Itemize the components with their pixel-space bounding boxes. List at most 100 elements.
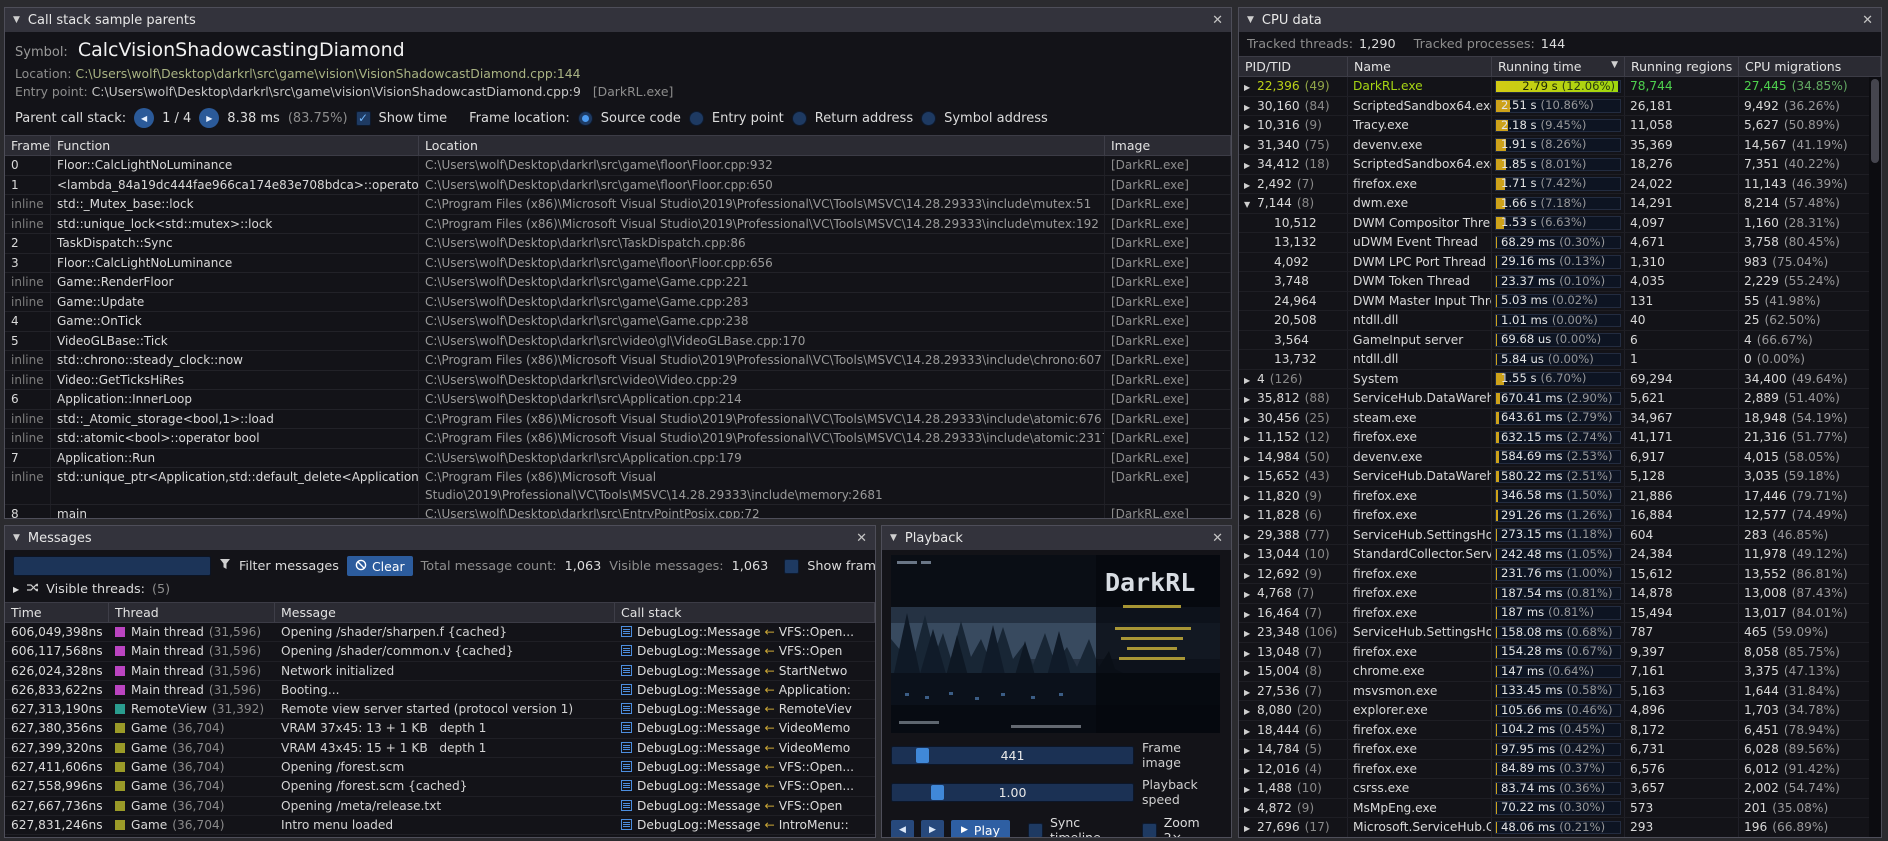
expand-icon[interactable]: ▶ [1244, 566, 1257, 584]
message-row[interactable]: 627,558,996nsGame(36,704)Opening /forest… [5, 777, 875, 796]
callstack-row[interactable]: inlinestd::chrono::steady_clock::nowC:\P… [5, 351, 1231, 371]
stack-frame[interactable]: VFS::Open... [779, 760, 854, 774]
radio-source-code[interactable] [578, 111, 593, 126]
playback-titlebar[interactable]: ▼ Playback ✕ [882, 526, 1231, 550]
cpu-row[interactable]: 10,512DWM Compositor Thread1.53 s(6.63%)… [1239, 214, 1881, 234]
expand-icon[interactable]: ▶ [13, 585, 19, 594]
cpu-scrollbar[interactable] [1869, 77, 1881, 837]
callstack-row[interactable]: inlinestd::unique_lock<std::mutex>::lock… [5, 215, 1231, 235]
stack-frame[interactable]: Application: [779, 683, 851, 697]
cpu-row[interactable]: ▶11,152(12)firefox.exe632.15 ms(2.74%)41… [1239, 428, 1881, 448]
cpu-row[interactable]: ▶29,388(77)ServiceHub.SettingsHost273.15… [1239, 526, 1881, 546]
sync-timeline-checkbox[interactable] [1028, 823, 1043, 838]
collapse-icon[interactable]: ▼ [1247, 15, 1254, 25]
expand-icon[interactable]: ▶ [1244, 78, 1257, 96]
cpu-row[interactable]: ▼7,144(8)dwm.exe1.66 s(7.18%)14,2918,214… [1239, 194, 1881, 214]
col-name[interactable]: Name [1348, 57, 1492, 76]
col-cpu-migrations[interactable]: CPU migrations [1739, 57, 1881, 76]
expand-icon[interactable]: ▶ [1244, 780, 1257, 798]
callstack-row[interactable]: 0Floor::CalcLightNoLuminanceC:\Users\wol… [5, 156, 1231, 176]
expand-icon[interactable]: ▶ [1244, 468, 1257, 486]
entry-point-path[interactable]: C:\Users\wolf\Desktop\darkrl\src\game\vi… [92, 84, 581, 99]
radio-return-address[interactable] [792, 111, 807, 126]
radio-symbol-address[interactable] [921, 111, 936, 126]
show-time-checkbox[interactable]: ✓ [356, 111, 371, 126]
radio-entry-point[interactable] [689, 111, 704, 126]
expand-icon[interactable]: ▶ [1244, 410, 1257, 428]
visible-threads-label[interactable]: Visible threads: [46, 582, 145, 597]
close-icon[interactable]: ✕ [1212, 13, 1223, 28]
message-row[interactable]: 627,313,190nsRemoteView(31,392)Remote vi… [5, 700, 875, 719]
expand-icon[interactable]: ▶ [1244, 390, 1257, 408]
cpu-row[interactable]: ▶11,828(6)firefox.exe291.26 ms(1.26%)16,… [1239, 506, 1881, 526]
cpu-row[interactable]: ▶4(126)System1.55 s(6.70%)69,29434,400(4… [1239, 370, 1881, 390]
expand-icon[interactable]: ▶ [1244, 644, 1257, 662]
col-pid-tid[interactable]: PID/TID [1239, 57, 1348, 76]
callstack-row[interactable]: 6Application::InnerLoopC:\Users\wolf\Des… [5, 390, 1231, 410]
col-running-regions[interactable]: Running regions [1625, 57, 1739, 76]
stack-frame[interactable]: DebugLog::Message [637, 799, 760, 813]
cpu-row[interactable]: 3,564GameInput server69.68 us(0.00%)64(6… [1239, 331, 1881, 351]
col-time[interactable]: Time [5, 603, 109, 622]
callstack-row[interactable]: inlineGame::RenderFloorC:\Users\wolf\Des… [5, 273, 1231, 293]
stack-frame[interactable]: DebugLog::Message [637, 644, 760, 658]
callstack-titlebar[interactable]: ▼ Call stack sample parents ✕ [5, 8, 1231, 32]
step-forward-button[interactable]: ▶ [921, 820, 944, 837]
callstack-row[interactable]: 3Floor::CalcLightNoLuminanceC:\Users\wol… [5, 254, 1231, 274]
stack-frame[interactable]: DebugLog::Message [637, 818, 760, 832]
col-location[interactable]: Location [419, 136, 1105, 155]
expand-icon[interactable]: ▶ [1244, 761, 1257, 779]
cpu-row[interactable]: ▶8,080(20)explorer.exe105.66 ms(0.46%)4,… [1239, 701, 1881, 721]
show-frame-checkbox[interactable] [784, 559, 799, 574]
cpu-row[interactable]: ▶34,412(18)ScriptedSandbox64.exe1.85 s(8… [1239, 155, 1881, 175]
message-row[interactable]: 627,399,320nsGame(36,704)VRAM 43x45: 15 … [5, 739, 875, 758]
expand-icon[interactable]: ▶ [1244, 176, 1257, 194]
col-thread[interactable]: Thread [109, 603, 275, 622]
zoom-2x-checkbox[interactable] [1142, 823, 1157, 838]
cpu-row[interactable]: 13,732ntdll.dll5.84 us(0.00%)10(0.00%) [1239, 350, 1881, 370]
stack-frame[interactable]: DebugLog::Message [637, 779, 760, 793]
callstack-row[interactable]: inlineGame::UpdateC:\Users\wolf\Desktop\… [5, 293, 1231, 313]
cpu-row[interactable]: ▶4,768(7)firefox.exe187.54 ms(0.81%)14,8… [1239, 584, 1881, 604]
cpu-titlebar[interactable]: ▼ CPU data ✕ [1239, 8, 1881, 32]
filter-input[interactable] [13, 556, 211, 576]
expand-icon[interactable]: ▶ [1244, 371, 1257, 389]
cpu-row[interactable]: ▶27,696(17)Microsoft.ServiceHub.Co48.06 … [1239, 818, 1881, 837]
callstack-row[interactable]: inlinestd::atomic<bool>::operator boolC:… [5, 429, 1231, 449]
callstack-row[interactable]: inlinestd::unique_ptr<Application,std::d… [5, 468, 1231, 505]
cpu-row[interactable]: ▶35,812(88)ServiceHub.DataWarehou670.41 … [1239, 389, 1881, 409]
cpu-row[interactable]: ▶13,048(7)firefox.exe154.28 ms(0.67%)9,3… [1239, 643, 1881, 663]
expand-icon[interactable]: ▶ [1244, 156, 1257, 174]
cpu-row[interactable]: 20,508ntdll.dll1.01 ms(0.00%)4025(62.50%… [1239, 311, 1881, 331]
cpu-row[interactable]: ▶22,396(49)DarkRL.exe2.79 s(12.06%)78,74… [1239, 77, 1881, 97]
message-row[interactable]: 627,831,246nsGame(36,704)Intro menu load… [5, 816, 875, 835]
callstack-row[interactable]: 7Application::RunC:\Users\wolf\Desktop\d… [5, 449, 1231, 469]
message-row[interactable]: 627,667,736nsGame(36,704)Opening /meta/r… [5, 797, 875, 816]
col-frame[interactable]: Frame [5, 136, 51, 155]
collapse-icon[interactable]: ▼ [890, 533, 897, 543]
location-path[interactable]: C:\Users\wolf\Desktop\darkrl\src\game\vi… [76, 66, 581, 81]
callstack-row[interactable]: 2TaskDispatch::SyncC:\Users\wolf\Desktop… [5, 234, 1231, 254]
stack-frame[interactable]: VFS::Open... [779, 779, 854, 793]
callstack-row[interactable]: 8mainC:\Users\wolf\Desktop\darkrl\src\En… [5, 505, 1231, 518]
cpu-row[interactable]: ▶12,016(4)firefox.exe84.89 ms(0.37%)6,57… [1239, 760, 1881, 780]
expand-icon[interactable]: ▶ [1244, 605, 1257, 623]
stack-frame[interactable]: DebugLog::Message [637, 664, 760, 678]
stack-frame[interactable]: DebugLog::Message [637, 760, 760, 774]
expand-icon[interactable]: ▶ [1244, 429, 1257, 447]
stack-frame[interactable]: DebugLog::Message [637, 721, 760, 735]
expand-icon[interactable]: ▶ [1244, 722, 1257, 740]
cpu-row[interactable]: 3,748DWM Token Thread23.37 ms(0.10%)4,03… [1239, 272, 1881, 292]
expand-icon[interactable]: ▶ [1244, 683, 1257, 701]
play-button[interactable]: ▶ Play [951, 820, 1010, 837]
cpu-scrollbar-thumb[interactable] [1871, 79, 1879, 163]
message-row[interactable]: 626,024,328nsMain thread(31,596)Network … [5, 662, 875, 681]
col-function[interactable]: Function [51, 136, 419, 155]
stack-frame[interactable]: DebugLog::Message [637, 625, 760, 639]
next-callstack-button[interactable]: ▶ [199, 108, 219, 128]
collapse-icon[interactable]: ▼ [1244, 195, 1257, 213]
collapse-icon[interactable]: ▼ [13, 533, 20, 543]
stack-frame[interactable]: DebugLog::Message [637, 741, 760, 755]
stack-frame[interactable]: VFS::Open... [779, 625, 854, 639]
expand-icon[interactable]: ▶ [1244, 663, 1257, 681]
